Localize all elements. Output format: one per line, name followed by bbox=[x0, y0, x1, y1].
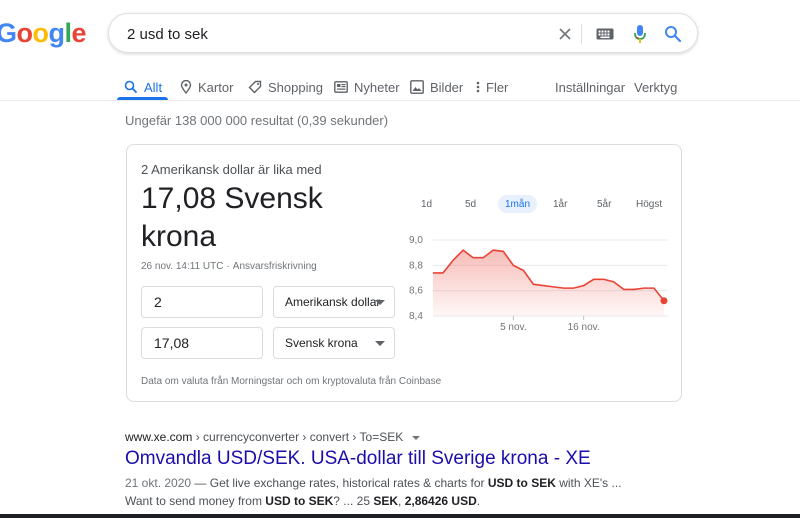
clear-icon[interactable] bbox=[553, 22, 577, 46]
converter-result: 17,08 Svensk krona bbox=[141, 182, 323, 253]
microphone-icon[interactable] bbox=[628, 22, 652, 46]
result-menu-caret-icon[interactable] bbox=[411, 435, 420, 440]
search-box bbox=[108, 13, 698, 53]
range-1man[interactable]: 1mån bbox=[498, 195, 538, 213]
converter-equal-label: 2 Amerikansk dollar är lika med bbox=[141, 162, 322, 177]
taskbar-edge bbox=[0, 514, 800, 518]
keyboard-icon[interactable] bbox=[593, 22, 617, 46]
converter-timestamp: 26 nov. 14:11 UTC · Ansvarsfriskrivning bbox=[141, 261, 317, 272]
result-snippet: 21 okt. 2020 — Get live exchange rates, … bbox=[125, 474, 685, 510]
from-amount-input[interactable] bbox=[141, 286, 263, 318]
tab-news[interactable]: Nyheter bbox=[334, 74, 400, 100]
search-divider bbox=[581, 24, 582, 44]
snippet-text: — Get live exchange rates, historical ra… bbox=[191, 476, 488, 490]
tab-maps[interactable]: Kartor bbox=[180, 74, 233, 100]
tab-label: Shopping bbox=[268, 79, 323, 95]
tools-link[interactable]: Verktyg bbox=[634, 74, 677, 100]
snippet-text: , bbox=[398, 494, 405, 508]
from-currency-select[interactable]: Amerikansk dollar bbox=[273, 286, 395, 318]
result-title-link[interactable]: Omvandla USD/SEK. USA-dollar till Sverig… bbox=[125, 448, 591, 470]
header-divider bbox=[0, 100, 800, 101]
range-1ar[interactable]: 1år bbox=[553, 195, 567, 213]
snippet-bold: USD bbox=[451, 494, 477, 508]
range-5d[interactable]: 5d bbox=[465, 195, 476, 213]
more-vert-icon bbox=[476, 81, 480, 93]
snippet-text: Want to send money from bbox=[125, 494, 266, 508]
result-host: www.xe.com bbox=[125, 430, 193, 444]
data-source-note: Data om valuta från Morningstar och om k… bbox=[141, 376, 442, 387]
timestamp-text: 26 nov. 14:11 UTC bbox=[141, 261, 224, 272]
search-submit-icon[interactable] bbox=[661, 22, 685, 46]
tab-label: Kartor bbox=[198, 79, 234, 95]
from-currency-label: Amerikansk dollar bbox=[285, 295, 381, 309]
tab-shopping[interactable]: Shopping bbox=[248, 74, 323, 100]
tab-label: Fler bbox=[486, 79, 509, 95]
snippet-date: 21 okt. 2020 bbox=[125, 476, 192, 490]
image-icon bbox=[410, 80, 424, 94]
map-pin-icon bbox=[180, 80, 192, 94]
dropdown-caret-icon bbox=[375, 300, 385, 305]
tab-label: Allt bbox=[144, 79, 163, 95]
result-breadcrumb[interactable]: www.xe.com › currencyconverter › convert… bbox=[125, 430, 420, 444]
range-max[interactable]: Högst bbox=[636, 195, 662, 213]
disclaimer-link[interactable]: Ansvarsfriskrivning bbox=[233, 261, 317, 272]
settings-link[interactable]: Inställningar bbox=[555, 74, 625, 100]
to-currency-select[interactable]: Svensk krona bbox=[273, 327, 395, 359]
snippet-text: ? ... 25 bbox=[333, 494, 374, 508]
snippet-bold: USD to SEK bbox=[265, 494, 334, 508]
snippet-text: . bbox=[476, 494, 481, 508]
snippet-bold: USD to SEK bbox=[487, 476, 556, 490]
tab-label: Bilder bbox=[430, 79, 464, 95]
range-1d[interactable]: 1d bbox=[421, 195, 432, 213]
snippet-text: with XE's ... bbox=[555, 476, 622, 490]
tab-images[interactable]: Bilder bbox=[410, 74, 463, 100]
range-5ar[interactable]: 5år bbox=[597, 195, 611, 213]
to-currency-label: Svensk krona bbox=[285, 336, 358, 350]
tag-icon bbox=[248, 80, 262, 94]
google-logo[interactable]: Google bbox=[0, 18, 87, 49]
search-input[interactable] bbox=[127, 23, 527, 45]
result-stats: Ungefär 138 000 000 resultat (0,39 sekun… bbox=[125, 113, 389, 128]
to-amount-input[interactable] bbox=[141, 327, 263, 359]
snippet-bold: 2,86426 bbox=[404, 494, 449, 508]
news-icon bbox=[334, 81, 348, 93]
dropdown-caret-icon bbox=[375, 341, 385, 346]
tab-label: Nyheter bbox=[354, 79, 400, 95]
result-path: › currencyconverter › convert › To=SEK bbox=[192, 430, 404, 444]
search-icon bbox=[124, 80, 138, 94]
snippet-bold: SEK bbox=[373, 494, 399, 508]
tab-more[interactable]: Fler bbox=[476, 74, 508, 100]
